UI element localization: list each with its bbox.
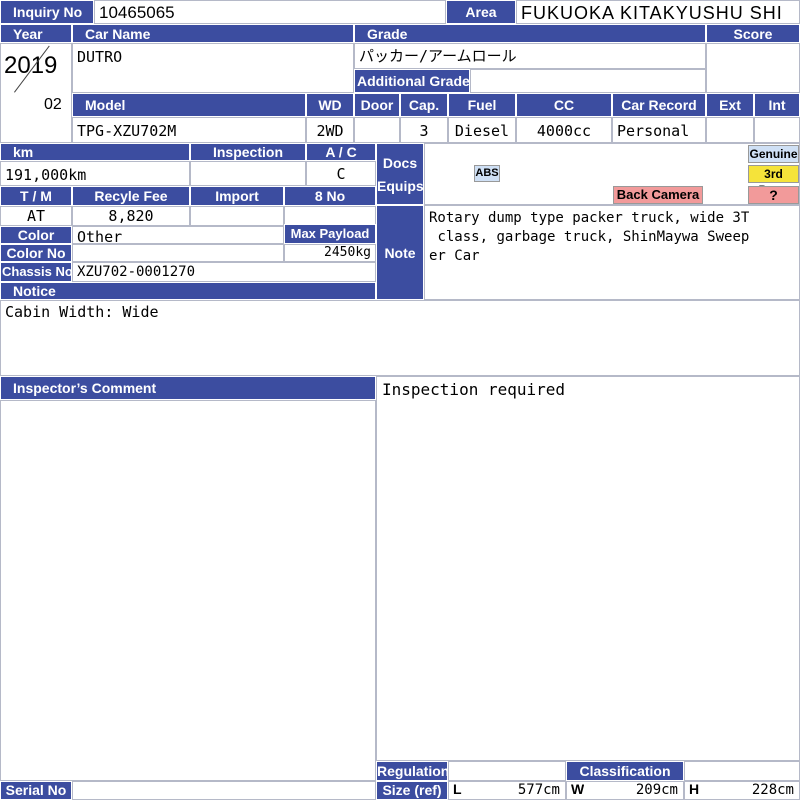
door-label: Door	[354, 93, 400, 117]
size-w-value: 209cm	[635, 782, 678, 798]
model-value: TPG-XZU702M	[72, 117, 306, 143]
cap-value: 3	[400, 117, 448, 143]
docs-equips-label: Docs Equips	[376, 143, 424, 205]
size-w-label: W	[571, 781, 585, 797]
regulation-value	[448, 761, 566, 781]
inspector-comment-label: Inspector’s Comment	[0, 376, 376, 400]
unknown-badge: ?	[748, 186, 799, 204]
fuel-value: Diesel	[448, 117, 516, 143]
tm-label: T / M	[0, 186, 72, 206]
score-label: Score	[706, 24, 800, 43]
inquiry-no-label: Inquiry No	[0, 0, 94, 24]
fuel-label: Fuel	[448, 93, 516, 117]
cc-value: 4000cc	[516, 117, 612, 143]
wd-label: WD	[306, 93, 354, 117]
year-value: 2019	[4, 52, 58, 79]
classification-value	[684, 761, 800, 781]
ext-label: Ext	[706, 93, 754, 117]
color-value: Other	[72, 226, 284, 244]
inspector-comment-text: Inspection required	[382, 380, 566, 399]
size-l-value: 577cm	[517, 782, 560, 798]
8no-label: 8 No	[284, 186, 376, 206]
chassis-no-value: XZU702-0001270	[72, 262, 376, 282]
note-text: Rotary dump type packer truck, wide 3T c…	[424, 205, 800, 300]
inspector-comment-right-area	[376, 376, 800, 761]
inquiry-no-value: 10465065	[94, 0, 446, 24]
score-value	[706, 43, 800, 93]
equips-label: Equips	[377, 178, 424, 194]
km-label: km	[0, 143, 190, 161]
serial-no-value	[72, 781, 376, 800]
additional-grade-label: Additional Grade	[354, 69, 470, 93]
year-label: Year	[0, 24, 72, 43]
inspection-label: Inspection	[190, 143, 306, 161]
size-h-value: 228cm	[751, 782, 794, 798]
grade-label: Grade	[354, 24, 706, 43]
cap-label: Cap.	[400, 93, 448, 117]
back-camera-badge: Back Camera	[613, 186, 703, 204]
size-ref-label: Size (ref)	[376, 781, 448, 800]
month-value: 02	[44, 96, 62, 113]
car-record-value: Personal	[612, 117, 706, 143]
ext-value	[706, 117, 754, 143]
chassis-no-label: Chassis No	[0, 262, 72, 282]
size-l-label: L	[453, 781, 462, 797]
ac-value: C	[306, 161, 376, 186]
abs-badge: ABS	[474, 165, 500, 182]
max-payload-value: 2450kg	[284, 244, 376, 262]
int-value	[754, 117, 800, 143]
additional-grade-value	[470, 69, 706, 93]
8no-value	[284, 206, 376, 226]
inspector-comment-left-area	[0, 400, 376, 781]
notice-label: Notice	[0, 282, 376, 300]
max-payload-label: Max Payload	[284, 224, 376, 244]
inspection-value	[190, 161, 306, 186]
grade-value: パッカー/アームロール	[354, 43, 706, 69]
int-label: Int	[754, 93, 800, 117]
wd-value: 2WD	[306, 117, 354, 143]
genuine-badge: Genuine	[748, 145, 799, 163]
note-label: Note	[376, 205, 424, 300]
import-value	[190, 206, 284, 226]
door-value	[354, 117, 400, 143]
notice-value: Cabin Width: Wide	[0, 300, 800, 376]
size-h-cell: H 228cm	[684, 781, 800, 800]
cc-label: CC	[516, 93, 612, 117]
area-value: FUKUOKA KITAKYUSHU SHI	[516, 0, 800, 24]
color-no-label: Color No	[0, 244, 72, 262]
import-label: Import	[190, 186, 284, 206]
area-label: Area	[446, 0, 516, 24]
car-record-label: Car Record	[612, 93, 706, 117]
size-l-cell: L 577cm	[448, 781, 566, 800]
tm-value: AT	[0, 206, 72, 226]
color-label: Color	[0, 226, 72, 244]
car-name-label: Car Name	[72, 24, 354, 43]
regulation-label: Regulation	[376, 761, 448, 781]
third-party-badge: 3rd Party	[748, 165, 799, 197]
recycle-fee-value: 8,820	[72, 206, 190, 226]
recycle-fee-label: Recyle Fee	[72, 186, 190, 206]
serial-no-label: Serial No	[0, 781, 72, 800]
car-name-value: DUTRO	[72, 43, 354, 93]
ac-label: A / C	[306, 143, 376, 161]
km-value: 191,000km	[0, 161, 190, 186]
model-label: Model	[72, 93, 306, 117]
classification-label: Classification	[566, 761, 684, 781]
color-no-value	[72, 244, 284, 262]
size-w-cell: W 209cm	[566, 781, 684, 800]
docs-label: Docs	[382, 155, 418, 171]
size-h-label: H	[689, 781, 700, 797]
